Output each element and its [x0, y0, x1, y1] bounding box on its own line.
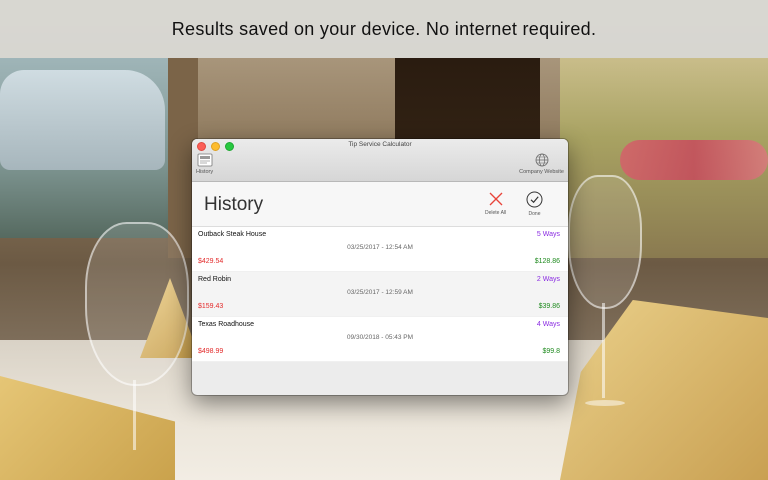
background-car: [0, 70, 165, 170]
x-icon: [489, 192, 503, 206]
history-row[interactable]: Red Robin 2 Ways 03/25/2017 - 12:59 AM $…: [192, 272, 568, 317]
globe-icon: [535, 153, 548, 167]
split-ways: 2 Ways: [536, 276, 560, 283]
history-header: History Delete All Done: [192, 182, 568, 227]
delete-all-button[interactable]: Delete All: [485, 191, 506, 216]
split-ways: 5 Ways: [536, 231, 560, 238]
history-toolbar-button[interactable]: History: [196, 153, 213, 175]
background-flowers: [620, 140, 768, 180]
caption-text: Results saved on your device. No interne…: [171, 18, 597, 39]
history-toolbar-label: History: [196, 169, 214, 175]
history-icon: [197, 153, 212, 167]
entry-datetime: 03/25/2017 - 12:54 AM: [347, 244, 413, 251]
wine-glass-base: [585, 400, 625, 406]
bill-total: $429.54: [198, 258, 224, 265]
split-ways: 4 Ways: [536, 321, 560, 328]
app-window: Tip Service Calculator History Company W…: [192, 139, 568, 395]
tip-amount: $39.86: [538, 303, 560, 310]
tip-amount: $128.86: [534, 258, 560, 265]
caption-banner: Results saved on your device. No interne…: [0, 0, 768, 58]
bill-total: $498.99: [198, 348, 224, 355]
history-row[interactable]: Outback Steak House 5 Ways 03/25/2017 - …: [192, 227, 568, 272]
done-label: Done: [528, 211, 541, 217]
entry-datetime: 03/25/2017 - 12:59 AM: [347, 289, 413, 296]
company-website-toolbar-label: Company Website: [519, 169, 564, 175]
done-button[interactable]: Done: [526, 191, 543, 217]
wine-glass-stem: [133, 380, 136, 450]
wine-glass: [568, 175, 642, 309]
wine-glass-stem: [602, 303, 605, 398]
restaurant-name: Outback Steak House: [198, 231, 267, 238]
delete-all-label: Delete All: [485, 210, 507, 216]
bill-total: $159.43: [198, 303, 224, 310]
restaurant-name: Red Robin: [198, 276, 232, 283]
history-row[interactable]: Texas Roadhouse 4 Ways 09/30/2018 - 05:4…: [192, 317, 568, 362]
wine-glass: [85, 222, 189, 386]
entry-datetime: 09/30/2018 - 05:43 PM: [346, 334, 414, 341]
title-bar[interactable]: Tip Service Calculator History Company W…: [192, 139, 568, 182]
restaurant-name: Texas Roadhouse: [198, 321, 255, 328]
company-website-toolbar-button[interactable]: Company Website: [519, 153, 564, 175]
page-title: History: [204, 194, 264, 215]
tip-amount: $99.8: [542, 348, 560, 355]
history-list: Outback Steak House 5 Ways 03/25/2017 - …: [192, 227, 568, 362]
window-title: Tip Service Calculator: [348, 141, 412, 148]
checkmark-circle-icon: [526, 191, 543, 208]
